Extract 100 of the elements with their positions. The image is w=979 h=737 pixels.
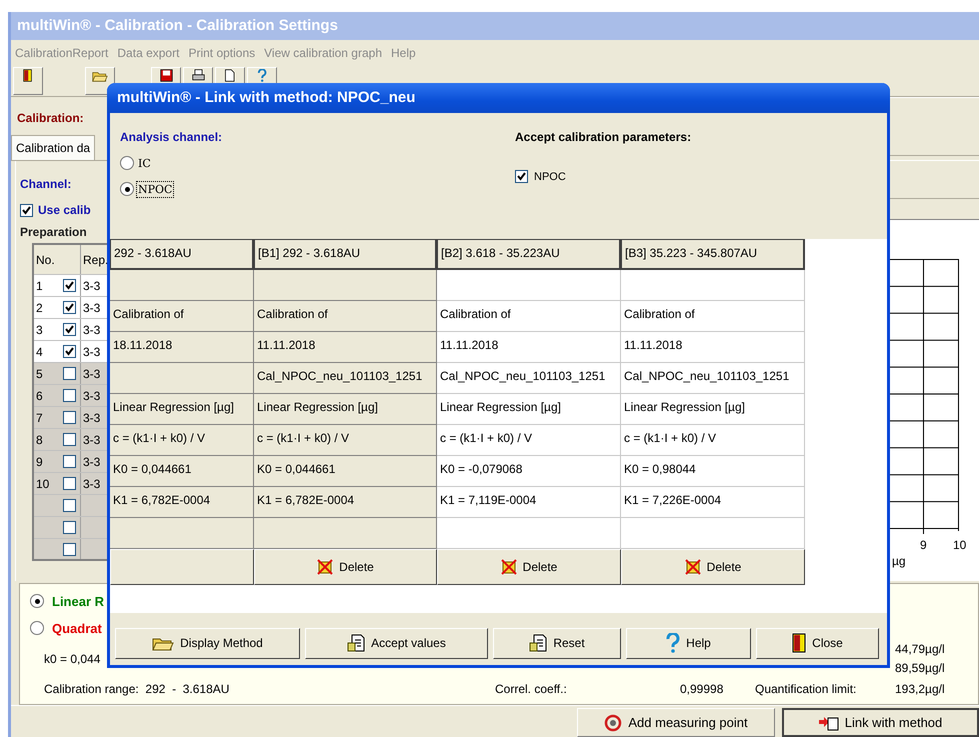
table-cell-text: 6 xyxy=(36,388,44,402)
table-cell: 3-3 xyxy=(83,410,100,424)
checkbox[interactable] xyxy=(63,543,76,556)
checkbox[interactable] xyxy=(63,279,76,292)
tab[interactable]: Calibration da xyxy=(11,135,96,160)
field-label: Correl. coeff.: xyxy=(495,682,568,696)
action-button[interactable]: Add measuring point xyxy=(577,708,775,737)
table-cell: Linear Regression [µg] xyxy=(621,394,805,425)
table-cell: Calibration of xyxy=(621,301,805,332)
checkbox[interactable] xyxy=(63,455,76,468)
table-cell: 3-3 xyxy=(83,300,100,314)
range-text: Calibration range: 292 - 3.618AU xyxy=(43,682,230,696)
checkbox[interactable] xyxy=(63,499,76,512)
help-icon xyxy=(666,633,680,653)
action-button[interactable]: Link with method xyxy=(782,708,979,737)
delete-icon xyxy=(500,559,517,575)
table-cell: Linear Regression [µg] xyxy=(110,394,254,425)
table-cell: c = (k1·I + k0) / V xyxy=(254,425,437,456)
target-icon xyxy=(604,714,622,732)
checkbox[interactable] xyxy=(63,477,76,490)
delete-icon xyxy=(684,559,701,575)
table-cell-text: 2 xyxy=(36,300,44,314)
table-cell: Calibration of xyxy=(110,301,254,332)
table-cell-text: 5 xyxy=(36,366,44,380)
delete-icon xyxy=(317,559,334,575)
dialog-button[interactable]: Close xyxy=(756,628,879,658)
axis-tick-label: 10 xyxy=(953,538,966,552)
table-cell-text: 9 xyxy=(36,454,44,468)
checkbox[interactable] xyxy=(63,367,76,380)
checkbox[interactable] xyxy=(63,521,76,534)
section-label: Analysis channel: xyxy=(120,130,224,146)
table-cell: K1 = 6,782E-0004 xyxy=(110,487,254,518)
table-cell: c = (k1·I + k0) / V xyxy=(621,425,805,456)
table-cell: K0 = -0,079068 xyxy=(437,456,621,487)
checkbox[interactable] xyxy=(63,411,76,424)
printer-icon xyxy=(192,69,204,82)
door-icon xyxy=(792,633,806,653)
radio-label: Quadrat xyxy=(52,620,102,636)
table-cell: c = (k1·I + k0) / V xyxy=(437,425,621,456)
dialog-button[interactable]: Display Method xyxy=(115,628,300,658)
table-cell: 3-3 xyxy=(83,454,100,468)
value-text: 193,2µg/l xyxy=(895,682,946,696)
radio-label: IC xyxy=(137,156,152,172)
dialog-button[interactable]: Help xyxy=(626,628,751,658)
radio-button[interactable] xyxy=(120,156,134,170)
field-label: Quantification limit: xyxy=(755,682,858,696)
table-cell: K0 = 0,044661 xyxy=(254,456,437,487)
checkbox[interactable] xyxy=(63,345,76,358)
coefficient-text: k0 = 0,044 xyxy=(43,652,102,666)
checkbox[interactable] xyxy=(63,433,76,446)
table-cell: Linear Regression [µg] xyxy=(437,394,621,425)
dialog-button[interactable]: Accept values xyxy=(305,628,488,658)
floppy-icon xyxy=(160,69,172,82)
table-cell: K0 = 0,98044 xyxy=(621,456,805,487)
document-arrow-icon xyxy=(818,714,839,730)
document-icon xyxy=(347,634,366,652)
table-cell: 10 xyxy=(36,476,48,490)
column-header: Rep. xyxy=(82,252,110,268)
value-text: 89,59µg/l xyxy=(895,661,946,675)
checkbox[interactable] xyxy=(63,323,76,336)
delete-button[interactable]: Delete xyxy=(437,549,621,585)
radio-button[interactable] xyxy=(120,182,134,196)
toolbar-button[interactable] xyxy=(85,67,115,95)
column-header: [B1] 292 - 3.618AU xyxy=(254,239,437,270)
toolbar-button[interactable] xyxy=(13,67,43,95)
column-header: 292 - 3.618AU xyxy=(110,239,254,270)
table-cell: Cal_NPOC_neu_101103_1251 xyxy=(437,363,621,394)
table-cell-text: 8 xyxy=(36,432,44,446)
checkbox[interactable] xyxy=(63,301,76,314)
section-label: Accept calibration parameters: xyxy=(515,130,692,146)
table-cell: K1 = 7,119E-0004 xyxy=(437,487,621,518)
checkbox-label: Use calib xyxy=(38,203,91,217)
section-label: Preparation xyxy=(20,225,88,239)
value-text: 0,99998 xyxy=(680,682,724,696)
table-cell: 3-3 xyxy=(83,278,100,292)
document-icon xyxy=(529,634,548,652)
delete-button[interactable]: Delete xyxy=(254,549,437,585)
checkbox[interactable] xyxy=(20,204,33,216)
table-cell: K0 = 0,044661 xyxy=(110,456,254,487)
section-label: Channel: xyxy=(20,177,72,191)
radio-button[interactable] xyxy=(30,621,44,635)
column-header: [B3] 35.223 - 345.807AU xyxy=(621,239,805,270)
axis-tick-label: 9 xyxy=(920,538,927,552)
checkbox[interactable] xyxy=(515,170,528,183)
page-icon xyxy=(224,69,236,82)
axis-label: µg xyxy=(892,554,907,568)
dialog-title: multiWin® - Link with method: NPOC_neu xyxy=(107,83,890,113)
table-cell: 11.11.2018 xyxy=(254,332,437,363)
table-cell: K1 = 6,782E-0004 xyxy=(254,487,437,518)
table-cell: 3-3 xyxy=(83,366,100,380)
checkbox[interactable] xyxy=(63,389,76,402)
radio-button[interactable] xyxy=(30,594,44,608)
table-cell: 3-3 xyxy=(83,432,100,446)
table-cell-text: 7 xyxy=(36,410,44,424)
section-label: Calibration: xyxy=(17,111,85,125)
delete-button[interactable]: Delete xyxy=(621,549,805,585)
help-icon xyxy=(256,69,268,82)
dialog-button[interactable]: Reset xyxy=(493,628,621,658)
window-title: multiWin® - Calibration - Calibration Settings xyxy=(11,12,979,40)
value-text: 44,79µg/l xyxy=(895,642,946,656)
